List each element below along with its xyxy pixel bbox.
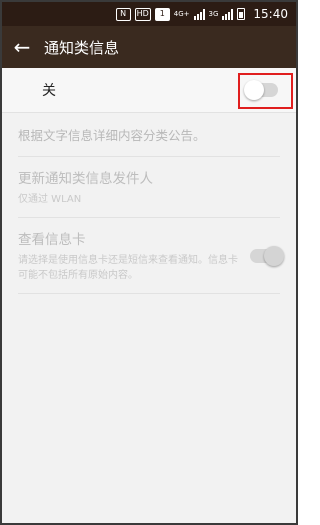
status-bar: N HD 1 4G+ 3G 15:40 [2,2,296,26]
sim-icon: 1 [154,7,170,21]
info-card-title: 查看信息卡 [18,232,86,248]
screen-frame: N HD 1 4G+ 3G 15:40 ← 通知类信息 关 根据文字信息详细内容… [0,0,298,525]
status-time: 15:40 [253,7,288,21]
sender-update-subtitle: 仅通过 WLAN [18,194,82,205]
info-card-subtitle: 请选择是使用信息卡还是短信来查看通知。信息卡可能不包括所有原始内容。 [18,255,238,281]
battery-icon [237,8,246,20]
info-card-text: 查看信息卡 请选择是使用信息卡还是短信来查看通知。信息卡可能不包括所有原始内容。 [18,228,246,283]
4g-signal-icon [193,8,205,20]
settings-list: 根据文字信息详细内容分类公告。 更新通知类信息发件人 仅通过 WLAN 查看信息… [2,113,296,294]
app-bar: ← 通知类信息 [2,26,296,68]
highlight-box [238,73,293,109]
3g-signal-icon [222,8,234,20]
hd-icon: HD [134,7,151,21]
description-text: 根据文字信息详细内容分类公告。 [18,113,280,157]
sender-update-title: 更新通知类信息发件人 [18,171,153,187]
page-title: 通知类信息 [44,38,120,57]
sender-update-item[interactable]: 更新通知类信息发件人 仅通过 WLAN [18,157,280,218]
info-card-item[interactable]: 查看信息卡 请选择是使用信息卡还是短信来查看通知。信息卡可能不包括所有原始内容。 [18,218,284,294]
arrow-left-icon: ← [13,35,31,59]
back-button[interactable]: ← [2,26,42,68]
network-type-label-2: 3G [208,10,219,18]
network-type-label: 4G+ [173,10,190,18]
info-card-toggle[interactable] [250,245,284,266]
nfc-icon: N [115,7,131,21]
toggle-knob [264,245,284,266]
master-switch-label: 关 [42,83,56,99]
